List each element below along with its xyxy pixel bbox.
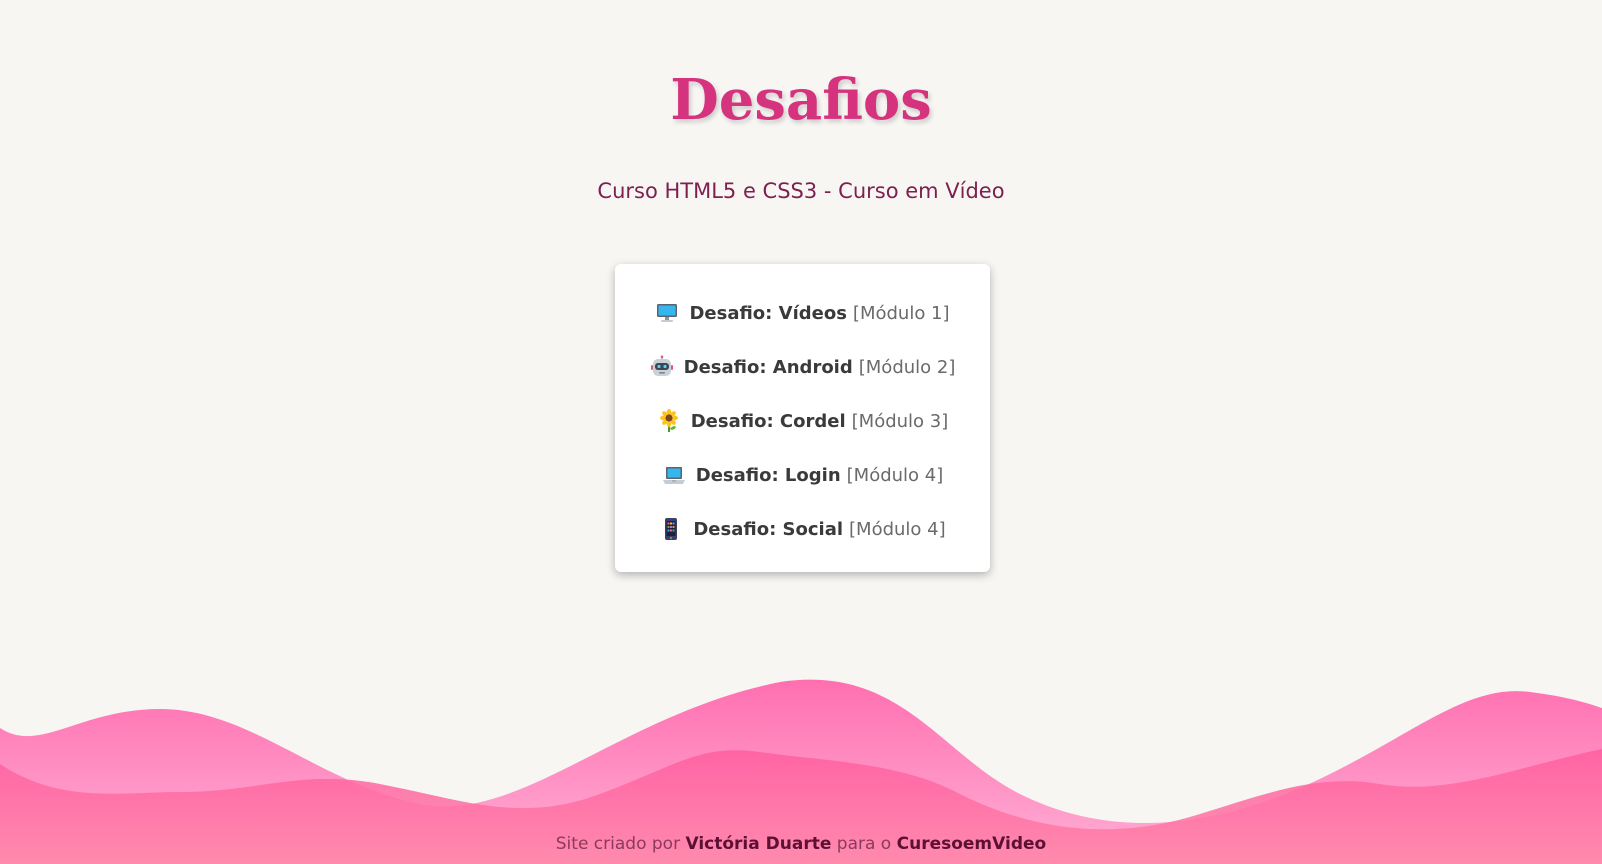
challenges-card: Desafio: Vídeos [Módulo 1] Desafio: Andr…: [615, 264, 990, 572]
challenge-module: [Módulo 3]: [851, 410, 949, 432]
challenge-label: Desafio: Android: [683, 356, 853, 378]
page: Desafios Curso HTML5 e CSS3 - Curso em V…: [0, 0, 1602, 864]
footer-middle: para o: [836, 834, 892, 854]
challenge-label: Desafio: Vídeos: [689, 302, 847, 324]
challenge-label: Desafio: Login: [695, 464, 841, 486]
challenge-link-login[interactable]: Desafio: Login [Módulo 4]: [662, 463, 944, 487]
footer: Site criado por Victória Duarte para o C…: [0, 834, 1602, 854]
challenges-list: Desafio: Vídeos [Módulo 1] Desafio: Andr…: [615, 264, 990, 556]
challenge-module: [Módulo 2]: [858, 356, 956, 378]
challenge-module: [Módulo 4]: [846, 464, 944, 486]
sunflower-icon: [657, 409, 681, 433]
challenge-link-cordel[interactable]: Desafio: Cordel [Módulo 3]: [657, 409, 949, 433]
footer-author: Victória Duarte: [685, 834, 832, 854]
challenge-link-videos[interactable]: Desafio: Vídeos [Módulo 1]: [655, 301, 950, 325]
page-title: Desafios: [670, 67, 932, 133]
list-item: Desafio: Vídeos [Módulo 1]: [615, 286, 990, 340]
desktop-computer-icon: [655, 301, 679, 325]
page-subtitle: Curso HTML5 e CSS3 - Curso em Vídeo: [597, 179, 1005, 203]
list-item: Desafio: Cordel [Módulo 3]: [615, 394, 990, 448]
challenge-link-social[interactable]: Desafio: Social [Módulo 4]: [659, 517, 946, 541]
challenge-module: [Módulo 4]: [849, 518, 946, 540]
list-item: Desafio: Login [Módulo 4]: [615, 448, 990, 502]
mobile-phone-icon: [659, 517, 683, 541]
list-item: Desafio: Android [Módulo 2]: [615, 340, 990, 394]
challenge-label: Desafio: Social: [693, 518, 844, 540]
footer-prefix: Site criado por: [555, 834, 681, 854]
footer-site: CuresoemVideo: [896, 834, 1047, 854]
challenge-label: Desafio: Cordel: [690, 410, 846, 432]
list-item: Desafio: Social [Módulo 4]: [615, 502, 990, 556]
challenge-module: [Módulo 1]: [852, 302, 950, 324]
laptop-icon: [662, 463, 686, 487]
robot-icon: [650, 355, 674, 379]
challenge-link-android[interactable]: Desafio: Android [Módulo 2]: [650, 355, 956, 379]
